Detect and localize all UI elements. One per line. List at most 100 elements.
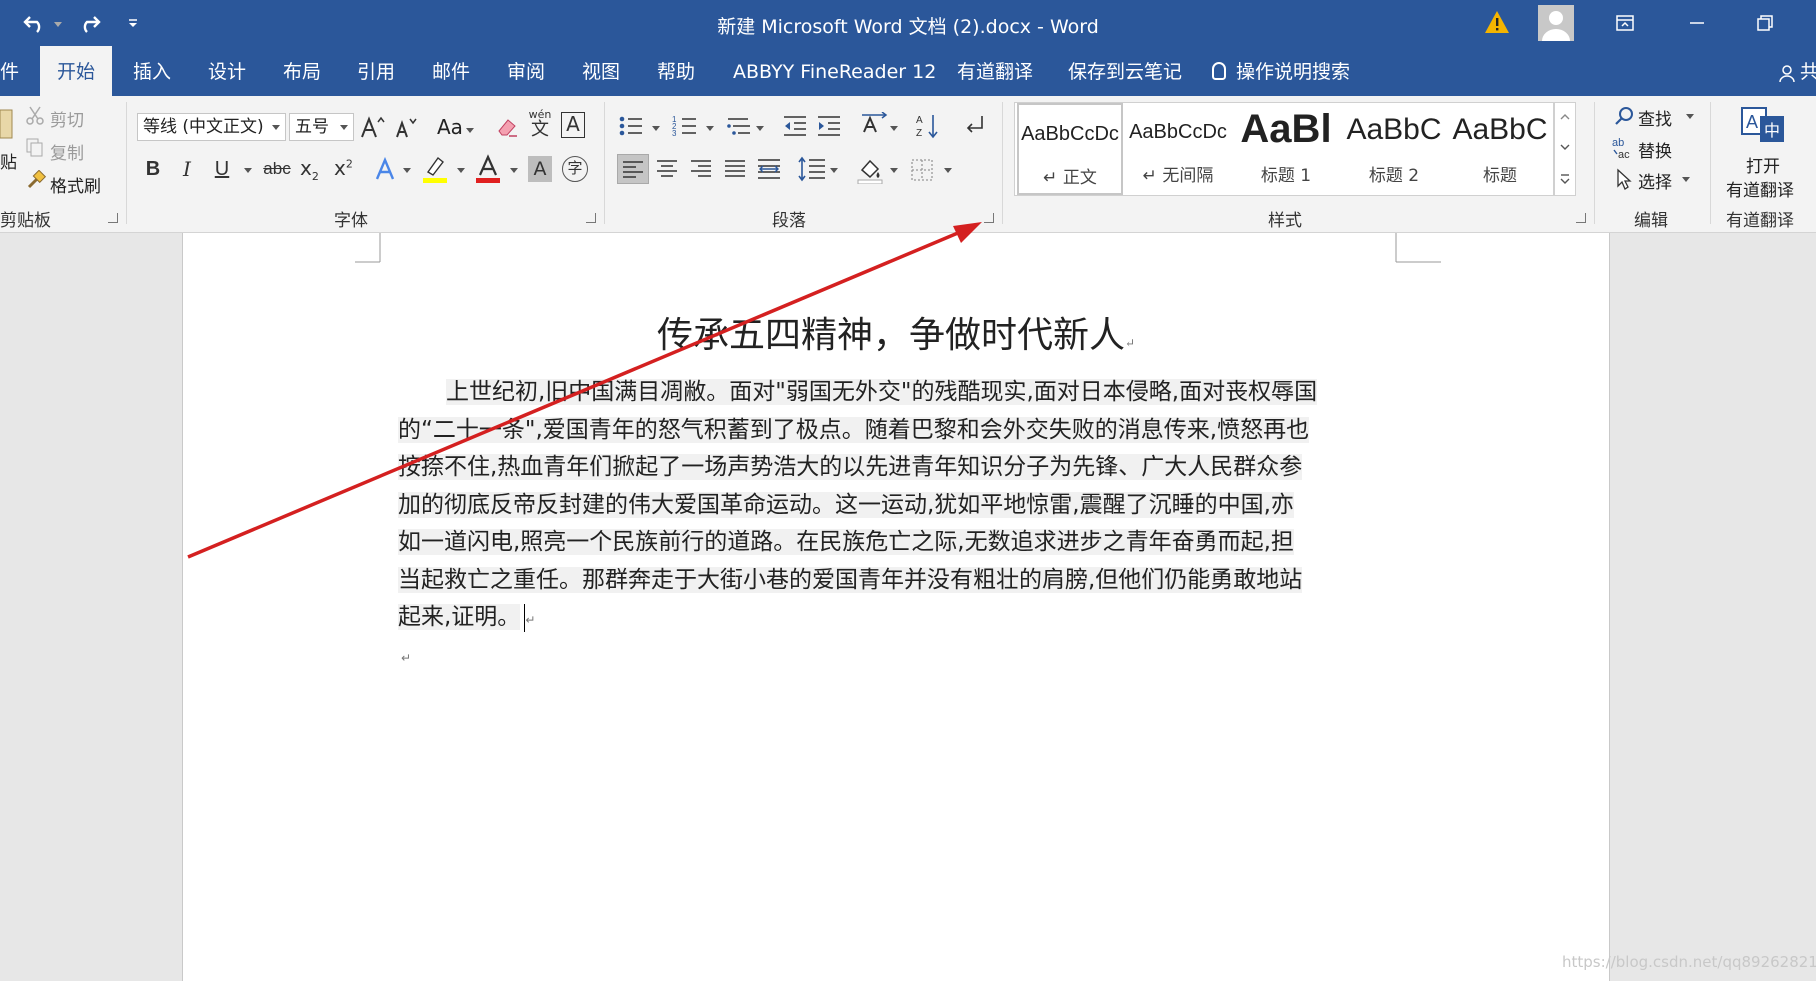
sort-icon[interactable]: AZ xyxy=(916,112,940,140)
tab-review[interactable]: 审阅 xyxy=(507,46,545,96)
minimize-icon xyxy=(1690,22,1704,24)
highlight-button[interactable] xyxy=(422,154,448,184)
styles-launcher-icon[interactable] xyxy=(1576,213,1586,223)
search-icon xyxy=(1615,107,1633,125)
line-spacing-dropdown-icon[interactable] xyxy=(830,168,838,174)
body-paragraph[interactable]: 上世纪初,旧中国满目凋敝。面对"弱国无外交"的残酷现实,面对日本侵略,面对丧权辱… xyxy=(398,374,1318,640)
shrink-font-icon xyxy=(396,118,417,138)
underline-dropdown-icon[interactable] xyxy=(244,168,252,174)
paragraph-launcher-icon[interactable] xyxy=(984,213,994,223)
tab-mailings[interactable]: 邮件 xyxy=(432,46,470,96)
tab-references[interactable]: 引用 xyxy=(357,46,395,96)
align-left-button[interactable] xyxy=(617,154,649,184)
tab-view[interactable]: 视图 xyxy=(582,46,620,96)
minimize-button[interactable] xyxy=(1672,6,1722,40)
font-color-dropdown-icon[interactable] xyxy=(510,168,518,174)
style-no-spacing[interactable]: AaBbCcDc ↵ 无间隔 xyxy=(1125,103,1231,195)
ribbon-display-button[interactable] xyxy=(1600,6,1650,40)
avatar[interactable] xyxy=(1538,5,1574,41)
chevron-down-icon[interactable] xyxy=(1560,143,1570,151)
shading-icon[interactable] xyxy=(856,156,884,184)
distributed-icon[interactable] xyxy=(757,157,781,181)
tab-insert[interactable]: 插入 xyxy=(133,46,171,96)
cut-label: 剪切 xyxy=(50,111,84,131)
font-color-button[interactable] xyxy=(475,154,501,184)
tab-design[interactable]: 设计 xyxy=(208,46,246,96)
line-text: 如一道闪电,照亮一个民族前行的道路。在民族危亡之际,无数追求进步之青年奋勇而起,… xyxy=(398,529,1294,555)
paste-icon[interactable] xyxy=(0,108,14,140)
change-case-dropdown-icon[interactable] xyxy=(466,128,474,134)
clear-formatting-button[interactable] xyxy=(492,112,522,142)
ribbon: 贴 剪切 复制 格式刷 剪贴板 等线 (中文正文) 五号 Aa wén 文 A … xyxy=(0,96,1816,233)
tab-layout[interactable]: 布局 xyxy=(283,46,321,96)
tab-save-cloud-notes[interactable]: 保存到云笔记 xyxy=(1068,46,1182,96)
tab-youdao[interactable]: 有道翻译 xyxy=(957,46,1033,96)
font-size-combo[interactable]: 五号 xyxy=(289,113,354,141)
line-spacing-icon[interactable] xyxy=(798,156,826,182)
multilevel-dropdown-icon[interactable] xyxy=(756,126,764,132)
show-marks-icon[interactable] xyxy=(962,114,986,136)
shrink-font-button[interactable] xyxy=(390,112,420,142)
enclose-characters-button[interactable]: 字 xyxy=(562,156,588,182)
text-line: 上世纪初,旧中国满目凋敝。面对"弱国无外交"的残酷现实,面对日本侵略,面对丧权辱… xyxy=(398,374,1318,412)
tab-abbyy[interactable]: ABBYY FineReader 12 xyxy=(733,46,936,96)
text-effects-button[interactable] xyxy=(370,154,400,184)
align-center-icon[interactable] xyxy=(656,159,678,179)
styles-scroll[interactable] xyxy=(1554,102,1576,196)
subscript-x: x xyxy=(300,156,312,180)
youdao-group-label: 有道翻译 xyxy=(1726,211,1794,231)
bold-button[interactable]: B xyxy=(138,154,168,184)
paste-label[interactable]: 贴 xyxy=(0,148,17,173)
multilevel-list-icon[interactable] xyxy=(726,114,752,138)
restore-button[interactable] xyxy=(1740,6,1790,40)
justify-icon[interactable] xyxy=(724,159,746,179)
decrease-indent-icon[interactable] xyxy=(782,114,808,138)
style-name: ↵ 正文 xyxy=(1043,168,1097,188)
shading-dropdown-icon[interactable] xyxy=(890,168,898,174)
numbering-icon[interactable]: 123 xyxy=(672,114,698,138)
document-title[interactable]: 传承五四精神，争做时代新人↵ xyxy=(183,306,1609,358)
bullets-dropdown-icon[interactable] xyxy=(652,126,660,132)
tab-help[interactable]: 帮助 xyxy=(657,46,695,96)
style-name: 标题 1 xyxy=(1260,166,1312,186)
bullets-icon[interactable] xyxy=(618,114,644,138)
text-effects-dropdown-icon[interactable] xyxy=(403,168,411,174)
borders-dropdown-icon[interactable] xyxy=(944,168,952,174)
font-name-combo[interactable]: 等线 (中文正文) xyxy=(137,113,286,141)
align-right-icon[interactable] xyxy=(690,159,712,179)
grow-font-icon xyxy=(361,116,385,138)
margin-corner-mark xyxy=(355,233,381,263)
numbering-dropdown-icon[interactable] xyxy=(706,126,714,132)
warning-icon[interactable] xyxy=(1484,9,1510,35)
tell-me-label: 操作说明搜索 xyxy=(1236,61,1351,83)
tab-file[interactable]: 件 xyxy=(0,46,19,96)
chinese-layout-icon[interactable] xyxy=(860,112,888,138)
chinese-layout-dropdown-icon[interactable] xyxy=(890,126,898,132)
subscript-button[interactable]: x2 xyxy=(300,156,319,183)
clipboard-launcher-icon[interactable] xyxy=(108,213,118,223)
style-title[interactable]: AaBbC 标题 xyxy=(1447,103,1553,195)
font-launcher-icon[interactable] xyxy=(586,213,596,223)
character-border-button[interactable]: A xyxy=(561,112,585,138)
tab-home[interactable]: 开始 xyxy=(40,46,112,96)
share-button[interactable]: 共 xyxy=(1778,46,1816,96)
style-normal[interactable]: AaBbCcDc ↵ 正文 xyxy=(1017,103,1123,195)
borders-icon[interactable] xyxy=(910,158,934,182)
style-preview: AaBl xyxy=(1240,107,1332,151)
phonetic-guide-button[interactable]: wén 文 xyxy=(528,108,552,139)
strikethrough-button[interactable]: abc xyxy=(262,154,292,184)
style-heading-2[interactable]: AaBbC 标题 2 xyxy=(1341,103,1447,195)
tell-me-search[interactable]: 操作说明搜索 xyxy=(1212,46,1350,96)
chevron-up-icon[interactable] xyxy=(1560,113,1570,121)
character-shading-button[interactable]: A xyxy=(528,156,552,182)
superscript-button[interactable]: x2 xyxy=(334,156,353,180)
italic-button[interactable]: I xyxy=(172,154,202,184)
style-heading-1[interactable]: AaBl 标题 1 xyxy=(1233,103,1339,195)
underline-button[interactable]: U xyxy=(207,154,237,184)
grow-font-button[interactable] xyxy=(357,112,387,142)
change-case-button[interactable]: Aa xyxy=(437,115,463,139)
more-styles-icon[interactable] xyxy=(1560,173,1570,185)
document-page[interactable]: 传承五四精神，争做时代新人↵ 上世纪初,旧中国满目凋敝。面对"弱国无外交"的残酷… xyxy=(182,233,1610,981)
increase-indent-icon[interactable] xyxy=(816,114,842,138)
highlight-dropdown-icon[interactable] xyxy=(457,168,465,174)
